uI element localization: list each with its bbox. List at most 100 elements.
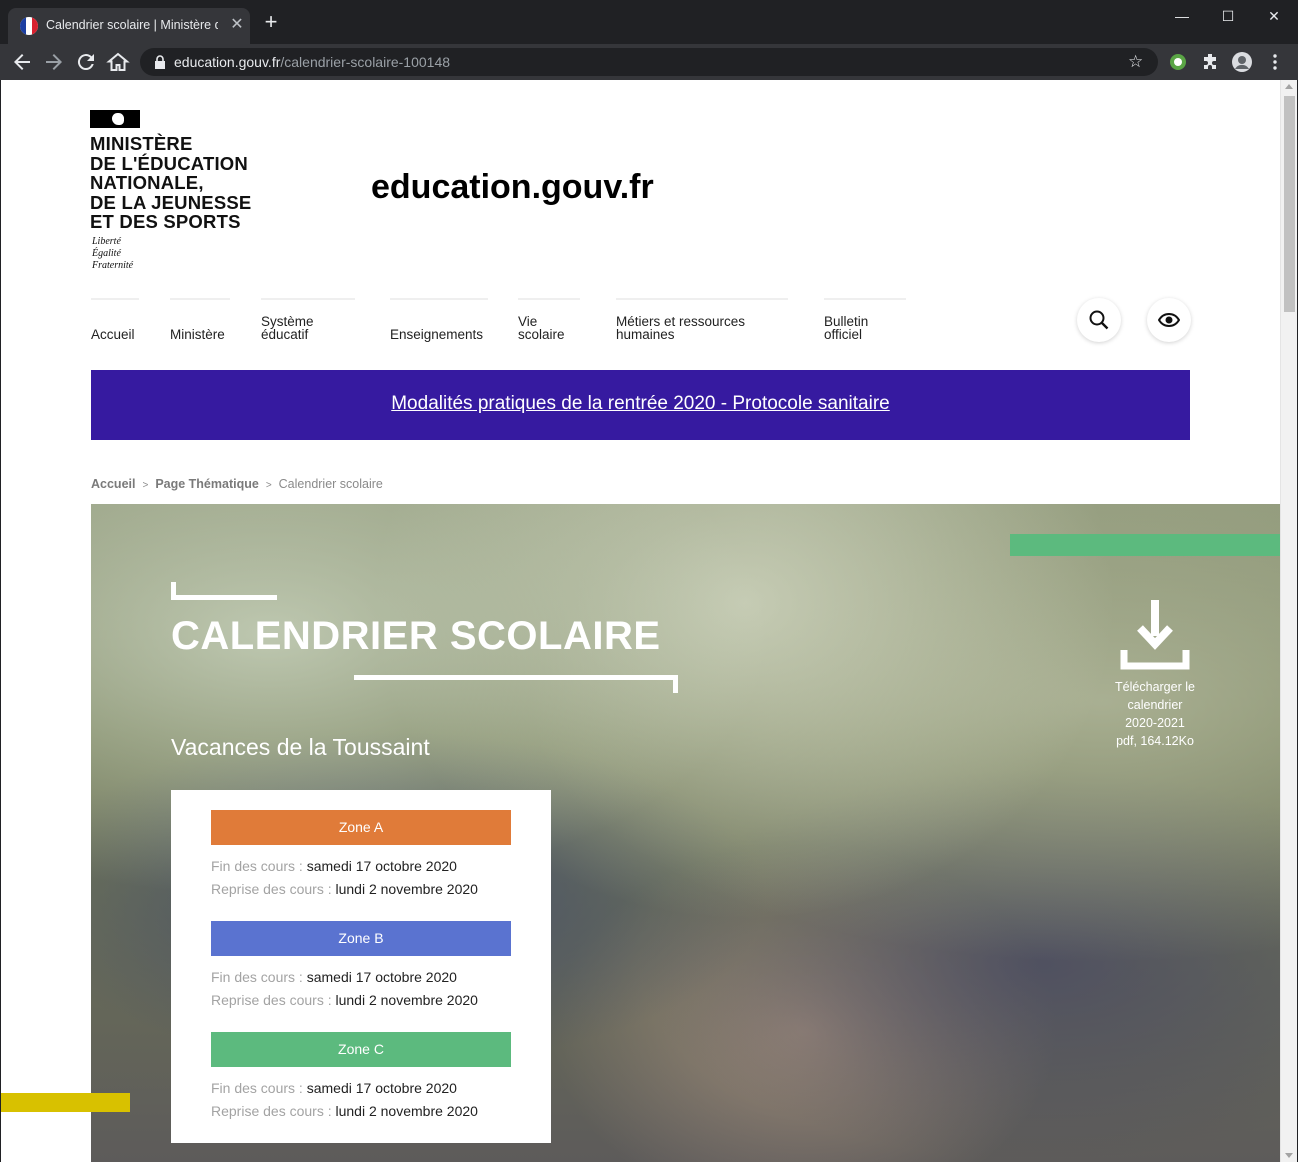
end-label: Fin des cours : — [211, 1080, 303, 1096]
url-text: education.gouv.fr/calendrier-scolaire-10… — [174, 54, 450, 70]
nav-item-accueil[interactable]: Accueil — [91, 298, 139, 344]
nav-label: Métiers et ressources humaines — [616, 314, 746, 342]
minimize-button[interactable]: — — [1162, 4, 1202, 28]
lock-icon — [155, 55, 165, 69]
zone-end-row: Fin des cours : samedi 17 octobre 2020 — [211, 855, 511, 878]
nav-label: Vie scolaire — [518, 314, 565, 342]
forward-icon[interactable] — [42, 50, 66, 74]
title-bracket-bottom — [354, 675, 678, 693]
url-domain: education.gouv.fr — [174, 54, 281, 70]
nav-label: Ministère — [170, 327, 225, 342]
accessibility-button[interactable] — [1147, 298, 1191, 342]
nav-item-ministere[interactable]: Ministère — [170, 298, 230, 344]
hero-section: CALENDRIER SCOLAIRE Vacances de la Touss… — [91, 504, 1280, 1162]
republic-motto: Liberté Égalité Fraternité — [92, 236, 133, 272]
motto-line: Fraternité — [92, 260, 134, 271]
ministry-line: ET DES SPORTS — [90, 211, 241, 232]
tab-close-button[interactable]: ✕ — [228, 16, 246, 34]
new-tab-button[interactable]: + — [260, 11, 282, 34]
search-button[interactable] — [1077, 298, 1121, 342]
download-label: Télécharger le calendrier 2020-2021 pdf,… — [1115, 680, 1195, 748]
nav-item-metiers[interactable]: Métiers et ressources humaines — [616, 298, 788, 344]
ministry-logo[interactable]: MINISTÈRE DE L'ÉDUCATION NATIONALE, DE L… — [90, 110, 260, 272]
banner-link[interactable]: Modalités pratiques de la rentrée 2020 -… — [91, 393, 1190, 415]
nav-item-enseignements[interactable]: Enseignements — [390, 298, 488, 344]
green-accent-bar — [1010, 534, 1280, 556]
nav-item-systeme-educatif[interactable]: Système éducatif — [261, 298, 355, 344]
zone-resume-row: Reprise des cours : lundi 2 novembre 202… — [211, 1100, 511, 1123]
search-icon — [1089, 310, 1109, 330]
main-navigation: Accueil Ministère Système éducatif Ensei… — [91, 298, 991, 344]
zone-b-button[interactable]: Zone B — [211, 921, 511, 956]
bookmark-star-icon[interactable]: ☆ — [1128, 52, 1148, 72]
eye-accessibility-icon — [1158, 312, 1180, 328]
breadcrumb-separator: > — [142, 480, 149, 491]
ministry-line: MINISTÈRE — [90, 133, 193, 154]
resume-date: lundi 2 novembre 2020 — [335, 1103, 478, 1119]
puzzle-icon[interactable] — [1198, 50, 1222, 74]
resume-label: Reprise des cours : — [211, 992, 332, 1008]
scroll-up-arrow-icon[interactable] — [1285, 84, 1293, 89]
scroll-down-arrow-icon[interactable] — [1285, 1153, 1293, 1158]
zone-block-a: Zone A Fin des cours : samedi 17 octobre… — [211, 810, 511, 901]
zone-block-b: Zone B Fin des cours : samedi 17 octobre… — [211, 921, 511, 1012]
ministry-name: MINISTÈRE DE L'ÉDUCATION NATIONALE, DE L… — [90, 134, 251, 232]
ministry-line: NATIONALE, — [90, 172, 204, 193]
home-icon[interactable] — [106, 50, 130, 74]
nav-label: Bulletin officiel — [824, 314, 869, 342]
back-icon[interactable] — [10, 50, 34, 74]
maximize-button[interactable]: ☐ — [1208, 4, 1248, 28]
nav-label: Enseignements — [390, 327, 484, 342]
tab-title: Calendrier scolaire | Ministère de l'Édu… — [46, 18, 218, 32]
page-viewport: MINISTÈRE DE L'ÉDUCATION NATIONALE, DE L… — [1, 80, 1280, 1162]
ministry-line: DE LA JEUNESSE — [90, 191, 252, 213]
favicon-marianne-icon — [20, 17, 38, 35]
motto-line: Liberté — [92, 236, 121, 247]
hero-subtitle: Vacances de la Toussaint — [171, 734, 430, 760]
extension-icon[interactable] — [1166, 50, 1190, 74]
resume-label: Reprise des cours : — [211, 881, 332, 897]
url-path: /calendrier-scolaire-100148 — [280, 54, 451, 70]
end-label: Fin des cours : — [211, 858, 303, 874]
zone-block-c: Zone C Fin des cours : samedi 17 octobre… — [211, 1032, 511, 1123]
resume-date: lundi 2 novembre 2020 — [335, 881, 478, 897]
breadcrumb-thematic[interactable]: Page Thématique — [155, 477, 259, 491]
ministry-line: DE L'ÉDUCATION — [90, 152, 248, 174]
motto-line: Égalité — [92, 248, 121, 259]
page-scrollbar[interactable] — [1280, 80, 1297, 1162]
tab-strip: Calendrier scolaire | Ministère de l'Édu… — [0, 0, 1298, 44]
profile-avatar[interactable] — [1230, 50, 1254, 74]
menu-kebab-icon[interactable] — [1263, 50, 1287, 74]
breadcrumb-home[interactable]: Accueil — [91, 477, 135, 491]
end-date: samedi 17 octobre 2020 — [306, 969, 457, 985]
zone-end-row: Fin des cours : samedi 17 octobre 2020 — [211, 966, 511, 989]
title-bracket-top — [171, 582, 277, 600]
zones-card: Zone A Fin des cours : samedi 17 octobre… — [171, 790, 551, 1143]
nav-item-bulletin-officiel[interactable]: Bulletin officiel — [824, 298, 906, 344]
reload-icon[interactable] — [74, 50, 98, 74]
zone-c-button[interactable]: Zone C — [211, 1032, 511, 1067]
zone-resume-row: Reprise des cours : lundi 2 novembre 202… — [211, 878, 511, 901]
active-tab[interactable]: Calendrier scolaire | Ministère de l'Édu… — [8, 8, 250, 44]
breadcrumb-separator: > — [265, 480, 272, 491]
download-icon — [1120, 600, 1190, 670]
yellow-accent-bar — [1, 1093, 130, 1112]
zone-a-button[interactable]: Zone A — [211, 810, 511, 845]
nav-item-vie-scolaire[interactable]: Vie scolaire — [518, 298, 580, 344]
scroll-thumb[interactable] — [1284, 96, 1295, 312]
page-title: CALENDRIER SCOLAIRE — [171, 614, 661, 658]
resume-date: lundi 2 novembre 2020 — [335, 992, 478, 1008]
rentree-banner: Modalités pratiques de la rentrée 2020 -… — [91, 370, 1190, 440]
end-label: Fin des cours : — [211, 969, 303, 985]
address-bar[interactable]: education.gouv.fr/calendrier-scolaire-10… — [140, 48, 1158, 76]
zone-resume-row: Reprise des cours : lundi 2 novembre 202… — [211, 989, 511, 1012]
end-date: samedi 17 octobre 2020 — [306, 1080, 457, 1096]
breadcrumb: Accueil > Page Thématique > Calendrier scola… — [91, 477, 383, 491]
browser-toolbar: education.gouv.fr/calendrier-scolaire-10… — [0, 44, 1298, 80]
zone-end-row: Fin des cours : samedi 17 octobre 2020 — [211, 1077, 511, 1100]
nav-label: Système éducatif — [261, 314, 314, 342]
close-window-button[interactable]: ✕ — [1254, 4, 1294, 28]
marianne-icon — [90, 110, 140, 128]
site-name[interactable]: education.gouv.fr — [371, 168, 654, 207]
end-date: samedi 17 octobre 2020 — [306, 858, 457, 874]
